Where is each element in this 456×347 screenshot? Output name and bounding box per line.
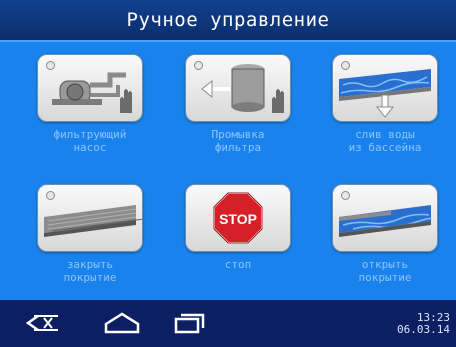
pump-icon <box>52 72 132 113</box>
filter-backwash-button[interactable] <box>185 54 291 122</box>
cover-closed-icon <box>44 205 142 237</box>
open-cover-button[interactable] <box>332 184 438 252</box>
filter-pump-button[interactable] <box>37 54 143 122</box>
tile-filter-backwash: Промывка фильтра <box>183 54 293 154</box>
stop-sign-icon: STOP <box>213 192 263 244</box>
cover-open-icon <box>339 205 432 237</box>
recent-apps-icon[interactable] <box>170 310 210 336</box>
home-icon[interactable] <box>102 310 142 336</box>
stop-button[interactable]: STOP <box>185 184 291 252</box>
tile-open-cover: открыть покрытие <box>330 184 440 284</box>
back-icon[interactable] <box>24 310 64 336</box>
filter-tank-icon <box>201 64 284 113</box>
tile-close-cover: закрыть покрытие <box>35 184 145 284</box>
navigation-bar: 13:23 06.03.14 <box>0 300 456 347</box>
tile-filter-pump: фильтрующий насос <box>35 54 145 154</box>
tile-label: стоп <box>224 258 252 271</box>
drain-pool-button[interactable] <box>332 54 438 122</box>
tile-label: слив воды из бассейна <box>348 128 422 154</box>
svg-text:STOP: STOP <box>219 211 257 227</box>
title-bar: Ручное управление <box>0 0 456 42</box>
page-title: Ручное управление <box>126 9 330 31</box>
control-grid: фильтрующий насос Промывка фильтра слив … <box>0 42 456 300</box>
tile-stop: STOP стоп <box>183 184 293 271</box>
tile-label: фильтрующий насос <box>53 128 127 154</box>
date-text: 06.03.14 <box>397 323 450 336</box>
clock: 13:23 06.03.14 <box>397 312 450 336</box>
tile-label: Промывка фильтра <box>211 128 265 154</box>
drain-icon <box>339 69 431 118</box>
close-cover-button[interactable] <box>37 184 143 252</box>
tile-drain-pool: слив воды из бассейна <box>330 54 440 154</box>
screen: Ручное управление фильтрующий насос Пром… <box>0 0 456 347</box>
tile-label: открыть покрытие <box>358 258 412 284</box>
tile-label: закрыть покрытие <box>63 258 117 284</box>
